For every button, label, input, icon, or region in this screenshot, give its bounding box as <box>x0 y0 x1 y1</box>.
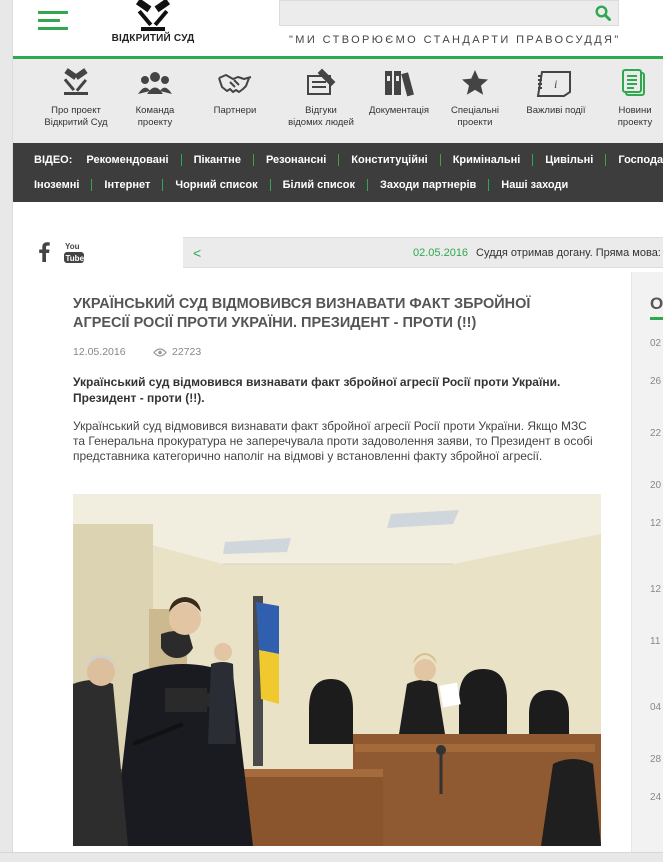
article-date: 12.05.2016 <box>73 346 126 358</box>
sidebar-date[interactable]: 24 <box>650 792 661 803</box>
article-views: 22723 <box>153 346 201 358</box>
gavel-icon <box>63 68 88 95</box>
nav-label-line2: проекти <box>457 117 493 128</box>
right-sidebar: О 02 26 22 20 12 12 11 04 28 24 <box>631 272 663 862</box>
calendar-icon: i <box>536 71 571 97</box>
documents-icon <box>385 71 414 97</box>
horizontal-scrollbar[interactable] <box>0 852 663 862</box>
search-box <box>279 0 619 26</box>
sidebar-heading-underline <box>650 317 663 320</box>
nav-label-line1: Партнери <box>213 105 257 116</box>
video-category-nav: ВІДЕО: Рекомендовані Пікантне Резонансні… <box>13 143 663 202</box>
video-link-criminal[interactable]: Кримінальні <box>439 153 533 166</box>
search-button[interactable] <box>588 1 618 25</box>
nav-label-line1: Про проект <box>51 105 101 116</box>
video-link-internet[interactable]: Інтернет <box>91 178 162 191</box>
nav-item-about-project[interactable]: Про проект Відкритий Суд <box>37 67 115 129</box>
site-slogan: "МИ СТВОРЮЄМО СТАНДАРТИ ПРАВОСУДДЯ" <box>289 34 621 46</box>
project-nav: Про проект Відкритий Суд Команда проекту… <box>13 59 663 143</box>
video-link-constitutional[interactable]: Конституційні <box>338 153 439 166</box>
nav-label-line2: відомих людей <box>288 117 354 128</box>
review-icon <box>307 68 336 95</box>
nav-item-documentation[interactable]: Документація <box>359 67 439 117</box>
sidebar-date[interactable]: 20 <box>650 480 661 491</box>
news-icon <box>622 69 645 96</box>
sidebar-date[interactable]: 12 <box>650 584 661 595</box>
gavels-logo-icon <box>135 0 171 31</box>
nav-item-team[interactable]: Команда проекту <box>125 67 185 129</box>
video-link-our-events[interactable]: Наші заходи <box>488 178 580 191</box>
video-link-partner-events[interactable]: Заходи партнерів <box>367 178 488 191</box>
video-link-recommended[interactable]: Рекомендовані <box>86 154 180 166</box>
youtube-word-you: You <box>65 242 80 251</box>
facebook-icon[interactable] <box>37 240 51 262</box>
sidebar-date[interactable]: 26 <box>650 376 661 387</box>
video-link-resonant[interactable]: Резонансні <box>252 153 338 166</box>
sidebar-date[interactable]: 22 <box>650 428 661 439</box>
video-link-civil[interactable]: Цивільні <box>532 153 605 166</box>
video-link-blacklist[interactable]: Чорний список <box>162 178 269 191</box>
window-left-edge <box>0 0 13 862</box>
handshake-icon <box>218 74 252 93</box>
sidebar-date[interactable]: 11 <box>650 636 660 647</box>
nav-label-line1: Документація <box>368 105 429 116</box>
logo-text: ВІДКРИТИЙ СУД <box>111 33 195 44</box>
star-icon <box>462 70 488 95</box>
search-icon <box>595 5 611 21</box>
article-lead: Український суд відмовився визнавати фак… <box>73 375 561 405</box>
nav-item-events[interactable]: i Важливі події <box>517 67 595 117</box>
menu-hamburger-icon[interactable] <box>38 11 68 33</box>
video-nav-label: ВІДЕО: <box>34 153 73 166</box>
site-logo[interactable]: ВІДКРИТИЙ СУД <box>111 0 195 48</box>
ticker-prev-arrow[interactable]: < <box>193 245 201 261</box>
video-link-foreign[interactable]: Іноземні <box>13 179 91 191</box>
views-count: 22723 <box>172 346 202 358</box>
page: ВІДКРИТИЙ СУД "МИ СТВОРЮЄМО СТАНДАРТИ ПР… <box>0 0 663 862</box>
nav-item-partners[interactable]: Партнери <box>205 67 265 117</box>
sidebar-date[interactable]: 04 <box>650 702 661 713</box>
video-nav-row-2: Іноземні Інтернет Чорний список Білий сп… <box>13 172 580 197</box>
nav-item-special-projects[interactable]: Спеціальні проекти <box>443 67 507 129</box>
video-link-whitelist[interactable]: Білий список <box>269 178 367 191</box>
nav-item-news[interactable]: Новини проекту <box>609 67 661 129</box>
search-input[interactable] <box>280 1 585 25</box>
nav-label-line1: Відгуки <box>305 105 337 116</box>
site-header: ВІДКРИТИЙ СУД "МИ СТВОРЮЄМО СТАНДАРТИ ПР… <box>13 0 663 56</box>
ticker-date: 02.05.2016 <box>413 247 469 259</box>
news-ticker: < 02.05.2016 Суддя отримав догану. Пряма… <box>183 237 663 268</box>
ticker-headline[interactable]: Суддя отримав догану. Пряма мова: "Я вва… <box>476 247 663 259</box>
article-title: Український суд відмовився визнавати фак… <box>73 296 531 331</box>
nav-label-line1: Команда <box>135 105 175 116</box>
nav-item-reviews[interactable]: Відгуки відомих людей <box>281 67 361 129</box>
sidebar-date[interactable]: 12 <box>650 518 661 529</box>
svg-text:i: i <box>554 77 557 91</box>
nav-label-line1: Спеціальні <box>451 105 499 116</box>
youtube-icon[interactable]: You Tube <box>64 240 85 264</box>
video-link-commercial[interactable]: Господарські <box>605 153 663 166</box>
eye-icon <box>153 347 167 357</box>
sidebar-heading: О <box>650 294 663 313</box>
video-link-piquant[interactable]: Пікантне <box>180 153 253 166</box>
article-photo-courtroom <box>73 494 601 846</box>
nav-label-line2: Відкритий Суд <box>44 117 108 128</box>
team-icon <box>138 72 172 94</box>
article-meta: 12.05.2016 22723 <box>73 346 201 358</box>
nav-label-line2: проекту <box>617 117 653 128</box>
youtube-word-tube: Tube <box>66 254 85 263</box>
nav-label-line1: Новини <box>618 105 652 116</box>
sidebar-date[interactable]: 28 <box>650 754 661 765</box>
sidebar-date[interactable]: 02 <box>650 338 661 349</box>
video-nav-row-1: ВІДЕО: Рекомендовані Пікантне Резонансні… <box>13 147 663 172</box>
nav-label-line1: Важливі події <box>526 105 586 116</box>
nav-label-line2: проекту <box>137 117 173 128</box>
article-body: Український суд відмовився визнавати фак… <box>73 419 593 463</box>
